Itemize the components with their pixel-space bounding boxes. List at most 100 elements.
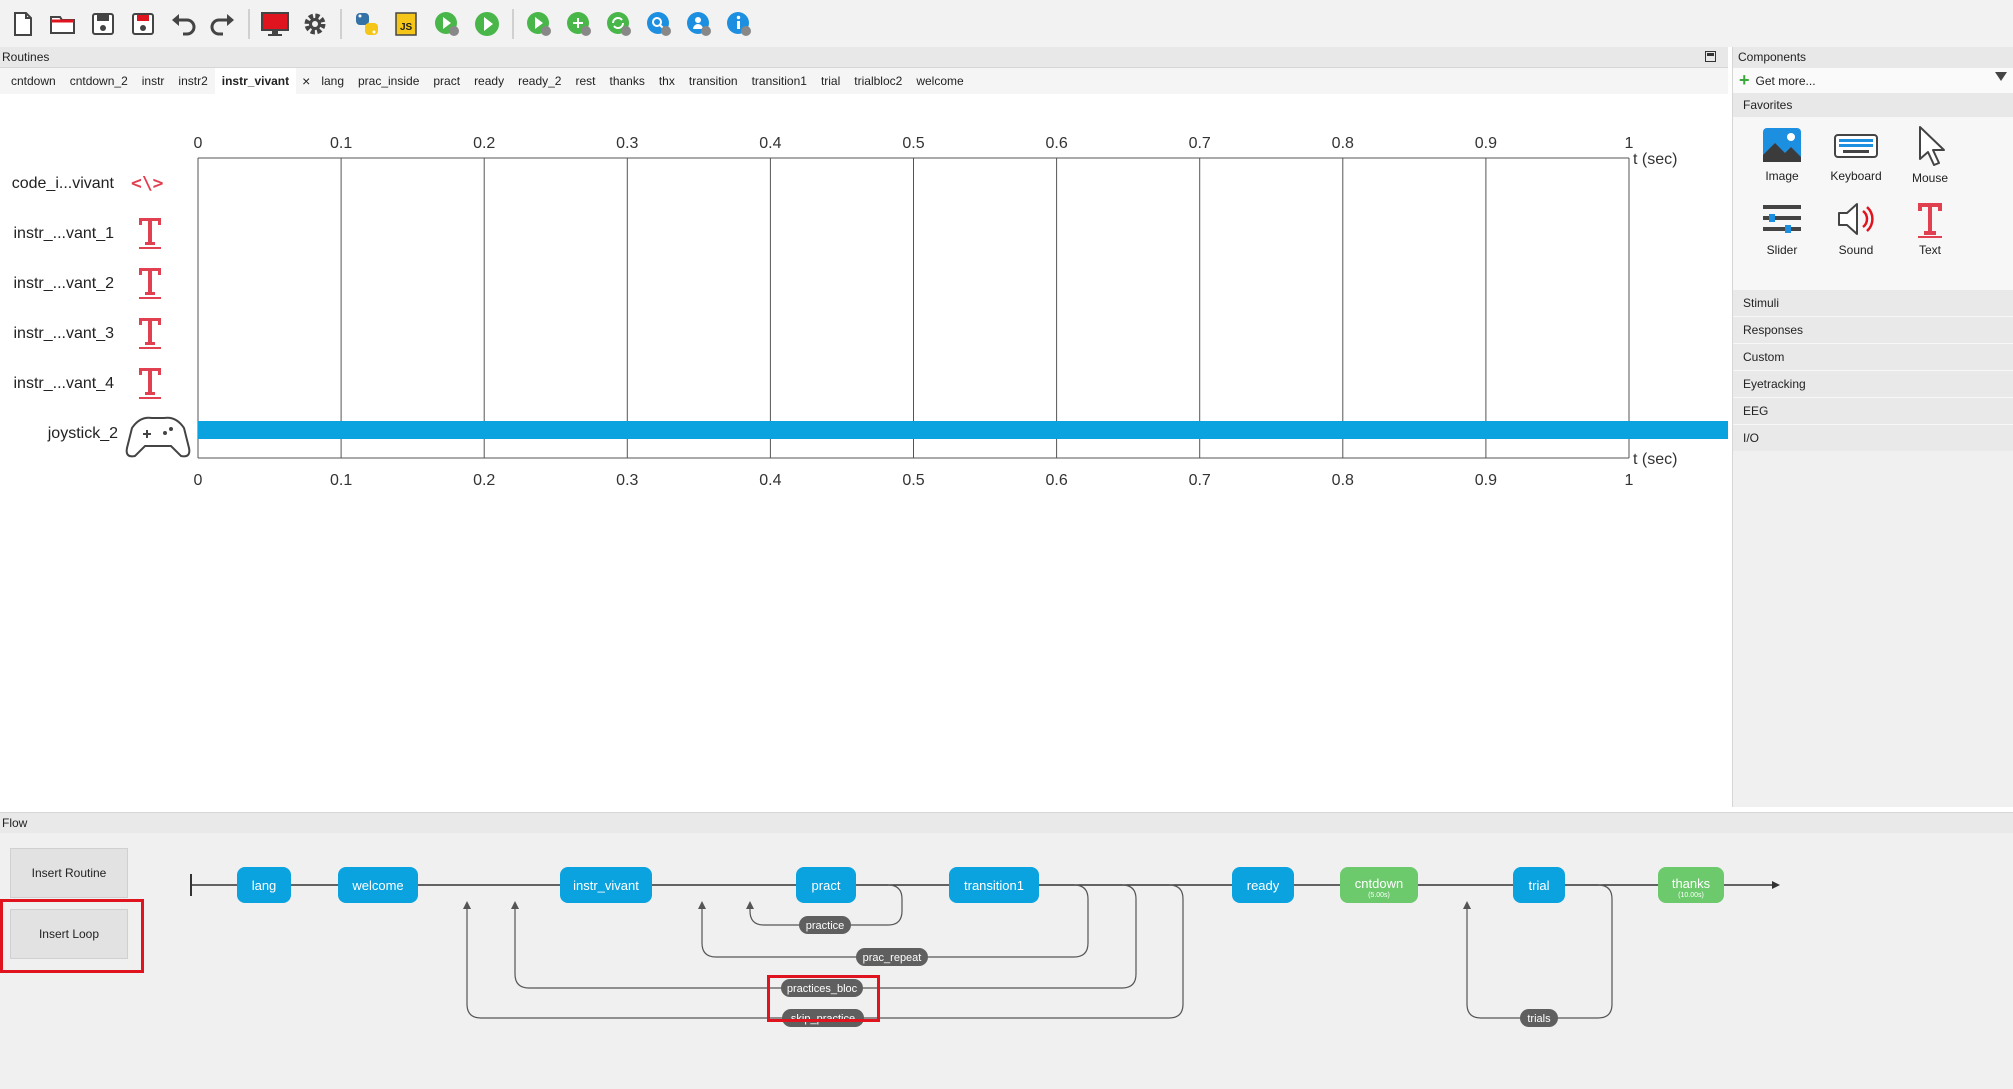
tick-label-bottom: 0.8 (1332, 472, 1354, 489)
save-as-icon[interactable] (124, 5, 162, 43)
tab-lang[interactable]: lang (314, 68, 351, 94)
component-name[interactable]: joystick_2 (47, 425, 118, 442)
open-folder-icon[interactable] (44, 5, 82, 43)
loop-arrow (463, 901, 471, 909)
flow-routine-thanks[interactable]: thanks(10.00s) (1658, 867, 1724, 903)
close-tab-icon[interactable]: × (298, 73, 314, 89)
tick-label-bottom: 0.1 (330, 472, 352, 489)
component-name[interactable]: instr_...vant_1 (14, 225, 115, 242)
python-icon[interactable] (348, 5, 386, 43)
text-icon[interactable] (139, 318, 161, 349)
flow-routine-transition1[interactable]: transition1 (949, 867, 1039, 903)
tab-pract[interactable]: pract (426, 68, 467, 94)
flow-routine-pract[interactable]: pract (796, 867, 856, 903)
component-text[interactable]: Text (1893, 199, 1967, 273)
loop-trials[interactable]: trials (1520, 1009, 1558, 1027)
tab-ready_2[interactable]: ready_2 (511, 68, 568, 94)
tick-label-bottom: 0.2 (473, 472, 495, 489)
tab-instr_vivant[interactable]: instr_vivant (214, 68, 297, 94)
flow-routine-trial[interactable]: trial (1513, 867, 1565, 903)
tab-thanks[interactable]: thanks (602, 68, 651, 94)
redo-icon[interactable] (204, 5, 242, 43)
category-custom[interactable]: Custom (1733, 343, 2013, 370)
tab-welcome[interactable]: welcome (909, 68, 970, 94)
flow-routine-ready[interactable]: ready (1232, 867, 1294, 903)
routine-duration: (10.00s) (1678, 892, 1704, 899)
category-eeg[interactable]: EEG (1733, 397, 2013, 424)
tick-label-top: 0.6 (1045, 135, 1067, 152)
component-sound[interactable]: Sound (1819, 199, 1893, 273)
run-icon[interactable] (468, 5, 506, 43)
svg-text:JS: JS (400, 22, 413, 33)
tick-label-bottom: 0.7 (1189, 472, 1211, 489)
tab-thx[interactable]: thx (652, 68, 682, 94)
tick-label-bottom: 0.6 (1045, 472, 1067, 489)
tab-rest[interactable]: rest (568, 68, 602, 94)
category-io[interactable]: I/O (1733, 424, 2013, 451)
category-responses[interactable]: Responses (1733, 316, 2013, 343)
component-label: Sound (1838, 243, 1874, 257)
tab-instr2[interactable]: instr2 (171, 68, 214, 94)
category-stimuli[interactable]: Stimuli (1733, 289, 2013, 316)
user-icon[interactable] (680, 5, 718, 43)
save-icon[interactable] (84, 5, 122, 43)
joystick-duration-bar[interactable] (198, 421, 1730, 439)
code-icon[interactable]: <\> (131, 173, 164, 194)
tick-label-bottom: 0.9 (1475, 472, 1497, 489)
toolbar: JS (0, 0, 2013, 47)
send-runner-icon[interactable] (520, 5, 558, 43)
monitor-icon[interactable] (256, 5, 294, 43)
flow-routine-instr_vivant[interactable]: instr_vivant (560, 867, 652, 903)
category-eyetracking[interactable]: Eyetracking (1733, 370, 2013, 397)
highlight-practices-bloc (767, 975, 880, 1022)
tab-trial[interactable]: trial (814, 68, 847, 94)
get-more-button[interactable]: + Get more... (1733, 68, 2013, 93)
loop-label: prac_repeat (863, 952, 922, 964)
flow-routine-cntdown[interactable]: cntdown(5.00s) (1340, 867, 1418, 903)
component-name[interactable]: instr_...vant_4 (14, 375, 115, 392)
tab-instr[interactable]: instr (135, 68, 172, 94)
tab-prac_inside[interactable]: prac_inside (351, 68, 426, 94)
component-name[interactable]: instr_...vant_3 (14, 325, 115, 342)
info-icon[interactable] (720, 5, 758, 43)
text-icon[interactable] (139, 218, 161, 249)
javascript-icon[interactable]: JS (388, 5, 426, 43)
tab-transition[interactable]: transition (682, 68, 745, 94)
tick-label-bottom: 1 (1625, 472, 1634, 489)
routine-label: transition1 (964, 878, 1024, 893)
component-name[interactable]: instr_...vant_2 (14, 275, 115, 292)
flow-routine-welcome[interactable]: welcome (338, 867, 418, 903)
tick-label-top: 0.7 (1189, 135, 1211, 152)
run-pilot-icon[interactable] (428, 5, 466, 43)
text-icon[interactable] (139, 368, 161, 399)
slider-icon (1763, 205, 1801, 233)
component-image[interactable]: Image (1745, 125, 1819, 199)
collapse-icon[interactable] (1705, 51, 1716, 62)
flow-canvas: practiceprac_repeatpractices_blocskip_pr… (190, 867, 1780, 1027)
favorites-category[interactable]: Favorites (1733, 93, 2013, 117)
joystick-icon[interactable] (125, 416, 191, 458)
filter-icon[interactable] (1995, 72, 2007, 81)
routine-label: cntdown (1355, 876, 1403, 891)
component-name[interactable]: code_i...vivant (12, 175, 115, 192)
search-icon[interactable] (640, 5, 678, 43)
undo-icon[interactable] (164, 5, 202, 43)
tab-trialbloc2[interactable]: trialbloc2 (847, 68, 909, 94)
component-mouse[interactable]: Mouse (1893, 125, 1967, 199)
loop-practice[interactable]: practice (799, 916, 851, 934)
tab-cntdown_2[interactable]: cntdown_2 (63, 68, 135, 94)
tab-ready[interactable]: ready (467, 68, 511, 94)
gear-icon[interactable] (296, 5, 334, 43)
component-keyboard[interactable]: Keyboard (1819, 125, 1893, 199)
flow-routine-lang[interactable]: lang (237, 867, 291, 903)
routine-duration: (5.00s) (1368, 892, 1390, 899)
new-file-icon[interactable] (4, 5, 42, 43)
component-slider[interactable]: Slider (1745, 199, 1819, 273)
sync-icon[interactable] (600, 5, 638, 43)
tab-cntdown[interactable]: cntdown (4, 68, 63, 94)
compile-web-icon[interactable] (560, 5, 598, 43)
text-icon[interactable] (139, 268, 161, 299)
sound-icon (1838, 203, 1874, 235)
tab-transition1[interactable]: transition1 (745, 68, 814, 94)
loop-prac_repeat[interactable]: prac_repeat (856, 948, 928, 966)
